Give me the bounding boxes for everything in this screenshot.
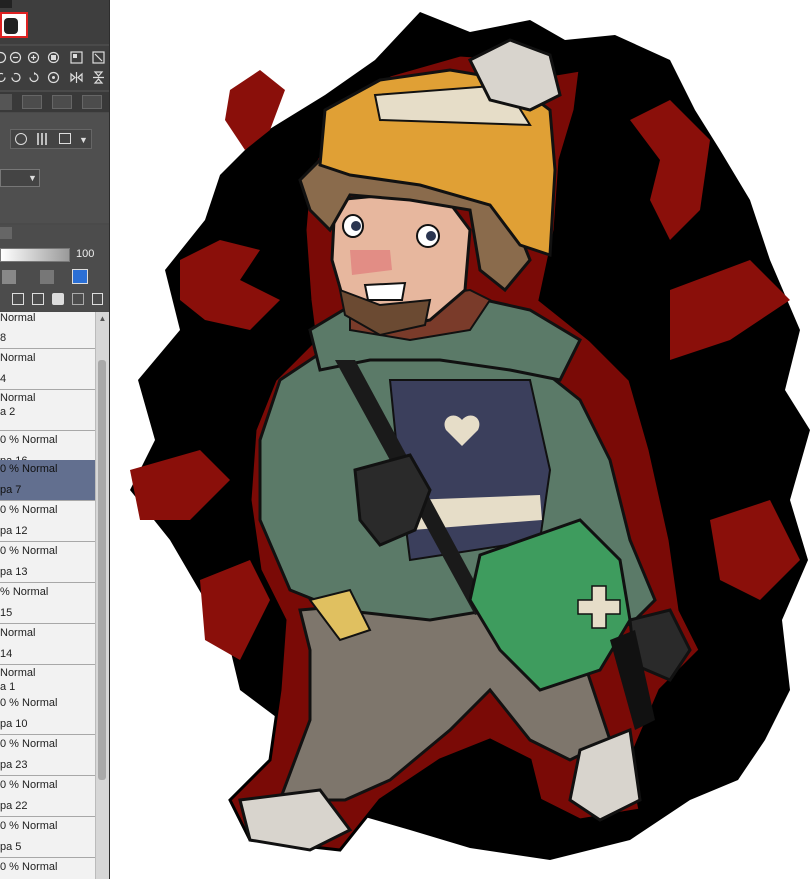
tab-2-icon[interactable] [22,95,42,109]
layer-row[interactable]: 0 % Normal pa 22 [0,776,95,817]
chevron-up-icon[interactable]: ▲ [98,314,107,323]
layer-list: Normal 8 Normal 4 Normal a 2 0 % Normal … [0,312,109,879]
opacity-slider[interactable] [0,248,70,262]
tab-4-icon[interactable] [82,95,102,109]
layer-row[interactable]: 0 % Normal [0,858,95,879]
mirror-icon[interactable] [70,71,83,84]
layer-row[interactable]: Normal 4 [0,349,95,390]
layer-row[interactable]: 0 % Normal pa 13 [0,542,95,583]
undo-rotate-icon[interactable] [0,71,8,84]
mouth [363,281,407,301]
drawing-canvas[interactable] [110,0,811,879]
lock-icon[interactable] [40,270,54,284]
reset-icon[interactable] [47,71,60,84]
fit-icon[interactable] [70,51,83,64]
zoom-in-icon[interactable] [27,51,40,64]
reference-icon[interactable] [72,293,84,305]
right-pupil [426,231,436,241]
layer-tab-icon[interactable] [0,227,12,239]
layer-scrollbar[interactable]: ▲ [95,312,109,879]
new-folder-icon[interactable] [32,293,44,305]
flip-vertical-icon[interactable] [92,71,105,84]
navigator-top-strip [0,0,12,8]
mask-icon[interactable] [52,293,64,305]
scrollbar-thumb[interactable] [98,360,106,780]
layer-row[interactable]: 0 % Normal pa 12 [0,501,95,542]
navigator-panel [0,0,109,44]
color-swatch-icon[interactable] [72,269,88,284]
layer-row[interactable]: 0 % Normal pa 23 [0,735,95,776]
flip-icon[interactable] [92,51,105,64]
chevron-down-icon: ▼ [28,173,37,183]
dots-shape-icon[interactable] [37,133,49,145]
navigator-toolbar [0,46,109,90]
artwork [130,12,810,860]
rotate-right-icon[interactable] [9,51,22,64]
redo-rotate-icon[interactable] [9,71,22,84]
layer-property-bar: 100 [0,225,109,311]
tab-1[interactable] [0,94,12,110]
tool-property-panel: ▼ ▼ [0,113,109,223]
layer-row-selected[interactable]: 0 % Normal pa 7 [0,460,95,501]
left-panel: ▼ ▼ 100 Normal 8 Normal 4 Normal a 2 0 %… [0,0,110,879]
stop-icon[interactable] [47,51,60,64]
rotate-cw-icon[interactable] [27,71,40,84]
layer-row[interactable]: 0 % Normal pa 10 [0,694,95,735]
layer-row[interactable]: % Normal 15 [0,583,95,624]
layers-shape-icon[interactable] [59,133,71,144]
new-layer-icon[interactable] [12,293,24,305]
chevron-down-icon[interactable]: ▼ [79,135,88,145]
opacity-value[interactable]: 100 [76,248,94,260]
navigator-thumbnail[interactable] [0,12,28,38]
blend-mode-icon[interactable] [2,270,16,284]
sub-tool-tabs [0,92,109,112]
trash-icon[interactable] [92,293,103,305]
property-dropdown[interactable]: ▼ [0,169,40,187]
layer-row[interactable]: Normal a 2 [0,390,95,431]
layer-row[interactable]: Normal 14 [0,624,95,665]
tab-3-icon[interactable] [52,95,72,109]
shape-options: ▼ [10,129,92,149]
thumbnail-figure [4,18,18,34]
layer-row[interactable]: Normal 8 [0,312,95,349]
circle-shape-icon[interactable] [15,133,27,145]
left-pupil [351,221,361,231]
rotate-left-icon[interactable] [0,51,7,64]
layer-row[interactable]: 0 % Normal pa 5 [0,817,95,858]
